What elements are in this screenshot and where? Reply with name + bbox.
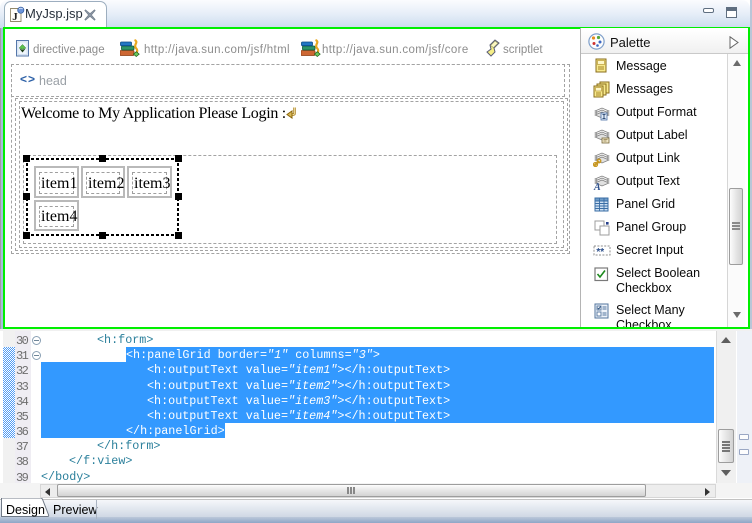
svg-text:**: ** [596,247,604,258]
svg-text:J: J [12,11,18,23]
svg-text:A: A [593,182,601,190]
